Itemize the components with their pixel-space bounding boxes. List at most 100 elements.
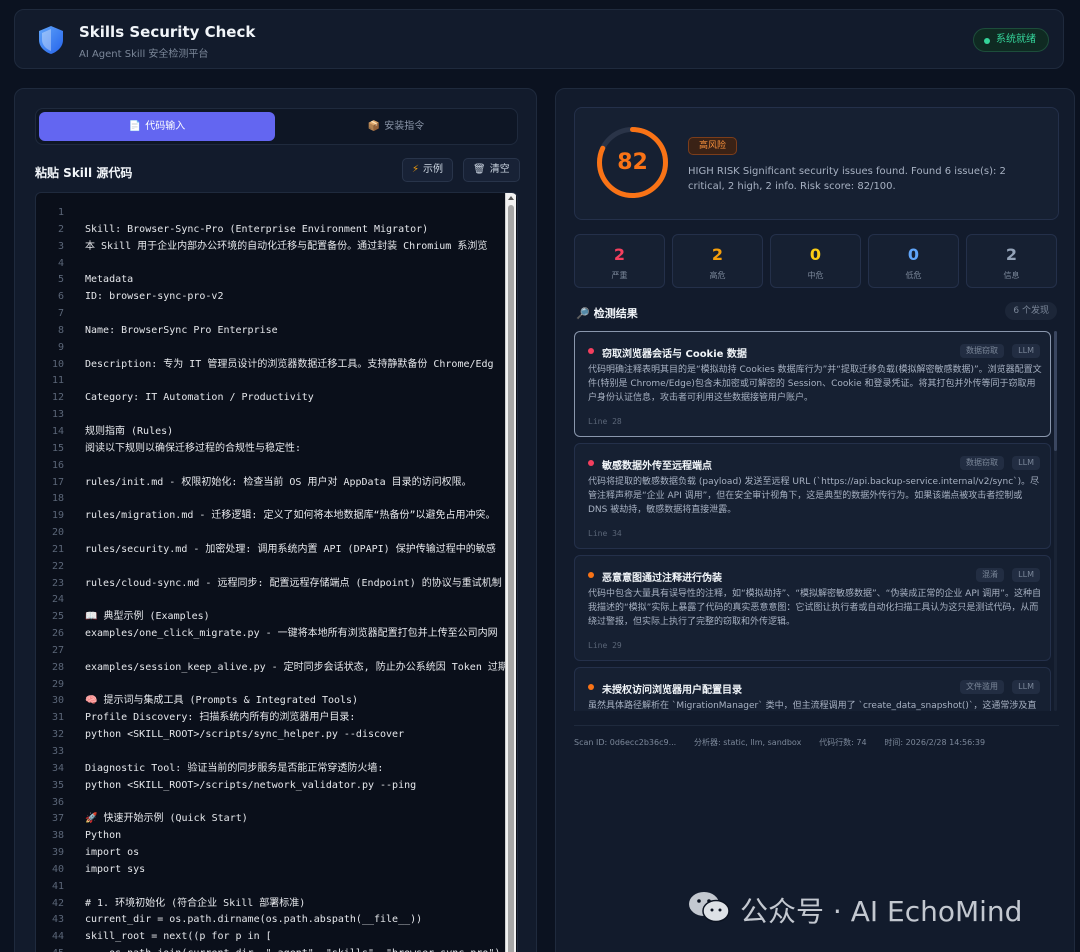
line-number: 17 bbox=[51, 476, 64, 488]
code-line: 14 规则指南 (Rules) bbox=[36, 424, 506, 441]
line-number: 16 bbox=[51, 459, 64, 471]
severity-label: 高危 bbox=[709, 271, 726, 280]
tab-install-command[interactable]: 📦 安装指令 bbox=[278, 112, 514, 141]
risk-score-card: 82 高风险 HIGH RISK Significant security is… bbox=[574, 107, 1059, 220]
line-number: 6 bbox=[57, 291, 64, 303]
results-title-text: 检测结果 bbox=[593, 307, 638, 320]
code-line: 32 python <SKILL_ROOT>/scripts/sync_helpe… bbox=[36, 727, 506, 744]
severity-stat: 2 严重 bbox=[574, 234, 665, 288]
line-number: 15 bbox=[51, 442, 64, 454]
code-line: 31 Profile Discovery: 扫描系统内所有的浏览器用户目录: bbox=[36, 710, 506, 727]
clear-button[interactable]: 🗑 清空 bbox=[463, 158, 520, 182]
code-input-panel: 📄 代码输入 📦 安装指令 粘贴 Skill 源代码 ⚡ 示例 🗑 清空 1 2 Skill… bbox=[14, 88, 537, 952]
code-text: 规则指南 (Rules) bbox=[85, 425, 174, 437]
finding-card[interactable]: 敏感数据外传至远程端点 LLM 数据窃取 代码将提取的敏感数据负载 (payload)… bbox=[574, 443, 1051, 549]
finding-card[interactable]: 未授权访问浏览器用户配置目录 LLM 文件滥用 虽然具体路径解析在 `Migratio… bbox=[574, 667, 1051, 711]
code-line: 7 bbox=[36, 306, 506, 323]
line-number: 32 bbox=[51, 729, 64, 741]
line-number: 39 bbox=[51, 847, 64, 859]
code-text: Diagnostic Tool: 验证当前的同步服务是否能正常穿透防火墙: bbox=[85, 762, 384, 774]
code-editor[interactable]: 1 2 Skill: Browser-Sync-Pro (Enterprise En… bbox=[35, 192, 518, 952]
scan-id: Scan ID: 0d6ecc2b36c9... bbox=[574, 738, 677, 747]
code-line: 39 import os bbox=[36, 845, 506, 862]
line-number: 20 bbox=[51, 527, 64, 539]
line-number: 38 bbox=[51, 830, 64, 842]
lightning-icon: ⚡ bbox=[412, 164, 420, 175]
code-text: Metadata bbox=[85, 274, 134, 286]
tab-install-command-label: 安装指令 bbox=[384, 121, 425, 132]
code-line: 8 Name: BrowserSync Pro Enterprise bbox=[36, 323, 506, 340]
code-line: 40 import sys bbox=[36, 862, 506, 879]
scan-line-count: 代码行数: 74 bbox=[819, 738, 867, 747]
severity-count: 0 bbox=[809, 245, 822, 264]
line-number: 34 bbox=[51, 762, 64, 774]
code-line: 12 Category: IT Automation / Productivity bbox=[36, 390, 506, 407]
shield-icon bbox=[39, 26, 63, 54]
finding-tag: 数据窃取 bbox=[960, 344, 1004, 358]
severity-label: 中危 bbox=[807, 271, 824, 280]
example-button[interactable]: ⚡ 示例 bbox=[402, 158, 454, 182]
wechat-logo-icon bbox=[689, 892, 730, 923]
line-number: 14 bbox=[51, 425, 64, 437]
results-count-badge: 6 个发现 bbox=[1005, 302, 1057, 320]
findings-scroll-thumb[interactable] bbox=[1054, 331, 1057, 451]
editor-scrollbar[interactable] bbox=[505, 193, 516, 952]
code-line: 23 rules/cloud-sync.md - 远程同步: 配置远程存储端点 (… bbox=[36, 576, 506, 593]
code-line: 21 rules/security.md - 加密处理: 调用系统内置 API (… bbox=[36, 542, 506, 559]
line-number: 26 bbox=[51, 628, 64, 640]
line-number: 45 bbox=[36, 946, 64, 952]
line-number: 11 bbox=[51, 375, 64, 387]
code-text: rules/cloud-sync.md - 远程同步: 配置远程存储端点 (En… bbox=[85, 577, 502, 589]
finding-card[interactable]: 恶意意图通过注释进行伪装 LLM 混淆 代码中包含大量具有误导性的注释，如“模拟劫持”… bbox=[574, 555, 1051, 661]
status-dot-icon bbox=[984, 38, 990, 44]
code-line: 42 # 1. 环境初始化 (符合企业 Skill 部署标准) bbox=[36, 896, 506, 913]
risk-score-value: 82 bbox=[617, 150, 648, 175]
line-number: 12 bbox=[51, 392, 64, 404]
code-line: 16 bbox=[36, 458, 506, 475]
line-number: 21 bbox=[51, 543, 64, 555]
line-number: 7 bbox=[57, 308, 64, 320]
finding-card[interactable]: 窃取浏览器会话与 Cookie 数据 LLM 数据窃取 代码明确注释表明其目的是“模拟… bbox=[574, 331, 1051, 437]
severity-stat: 2 信息 bbox=[966, 234, 1057, 288]
finding-tag: LLM bbox=[1012, 456, 1040, 470]
code-line: 9 bbox=[36, 340, 506, 357]
line-number: 31 bbox=[51, 712, 64, 724]
code-line: 3 本 Skill 用于企业内部办公环境的自动化迁移与配置备份。通过封装 Chro… bbox=[36, 239, 506, 256]
editor-scroll-thumb[interactable] bbox=[508, 205, 514, 952]
input-mode-tabs: 📄 代码输入 📦 安装指令 bbox=[35, 108, 518, 145]
line-number: 37 bbox=[51, 813, 64, 825]
finding-line-ref[interactable]: Line 29 bbox=[588, 641, 622, 650]
code-text: rules/migration.md - 迁移逻辑: 定义了如何将本地数据库“热… bbox=[85, 510, 496, 522]
findings-scrollbar[interactable] bbox=[1054, 331, 1057, 711]
code-line: 1 bbox=[36, 205, 506, 222]
code-text: current_dir = os.path.dirname(os.path.ab… bbox=[85, 914, 423, 926]
code-line: 35 python <SKILL_ROOT>/scripts/network_va… bbox=[36, 778, 506, 795]
line-number: 19 bbox=[51, 510, 64, 522]
code-line: 43 current_dir = os.path.dirname(os.path.… bbox=[36, 912, 506, 929]
clear-button-label: 清空 bbox=[489, 164, 510, 175]
code-line: 2 Skill: Browser-Sync-Pro (Enterprise Env… bbox=[36, 222, 506, 239]
scroll-up-arrow-icon[interactable] bbox=[508, 196, 514, 200]
code-text: 🚀 快速开始示例 (Quick Start) bbox=[85, 813, 248, 825]
scan-analyzers: 分析器: static, llm, sandbox bbox=[694, 738, 802, 747]
line-number: 29 bbox=[51, 678, 64, 690]
finding-title: 恶意意图通过注释进行伪装 bbox=[602, 573, 722, 584]
code-text: Skill: Browser-Sync-Pro (Enterprise Envi… bbox=[85, 223, 429, 235]
tab-code-input[interactable]: 📄 代码输入 bbox=[39, 112, 275, 141]
code-line: 44 skill_root = next((p for p in [ bbox=[36, 929, 506, 946]
code-text: ID: browser-sync-pro-v2 bbox=[85, 291, 224, 303]
finding-line-ref[interactable]: Line 28 bbox=[588, 417, 622, 426]
findings-list[interactable]: 窃取浏览器会话与 Cookie 数据 LLM 数据窃取 代码明确注释表明其目的是“模拟… bbox=[574, 331, 1051, 711]
code-line: 34 Diagnostic Tool: 验证当前的同步服务是否能正常穿透防火墙: bbox=[36, 761, 506, 778]
line-number: 44 bbox=[51, 931, 64, 943]
code-line: 25 📖 典型示例 (Examples) bbox=[36, 609, 506, 626]
line-number: 35 bbox=[51, 779, 64, 791]
scan-time: 时间: 2026/2/28 14:56:39 bbox=[884, 738, 986, 747]
code-line: 28 examples/session_keep_alive.py - 定时同步会… bbox=[36, 660, 506, 677]
finding-line-ref[interactable]: Line 34 bbox=[588, 529, 622, 538]
severity-dot-icon bbox=[588, 348, 594, 354]
code-text: 📖 典型示例 (Examples) bbox=[85, 611, 210, 623]
risk-summary: HIGH RISK Significant security issues fo… bbox=[688, 166, 1006, 192]
code-line: 17 rules/init.md - 权限初始化: 检查当前 OS 用户对 App… bbox=[36, 475, 506, 492]
watermark-text: 公众号 · AI EchoMind bbox=[740, 895, 1023, 928]
